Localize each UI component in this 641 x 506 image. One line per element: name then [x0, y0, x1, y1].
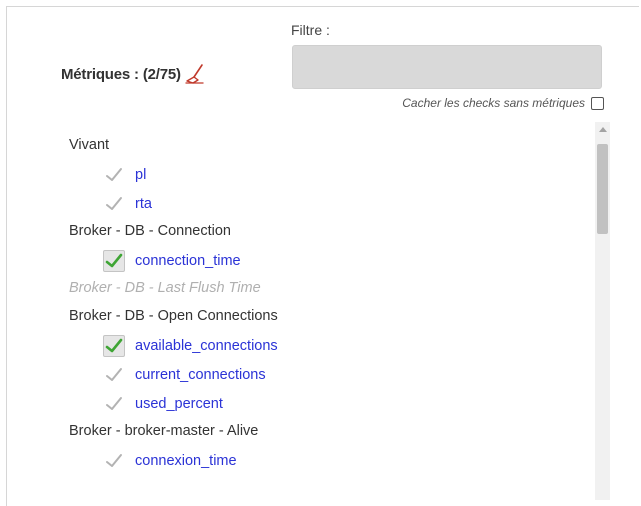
- metric-item[interactable]: available_connections: [69, 331, 589, 360]
- metric-item[interactable]: pl: [69, 160, 589, 189]
- checkmark-icon[interactable]: [103, 393, 125, 415]
- metric-name-link[interactable]: current_connections: [135, 367, 266, 383]
- metric-name-link[interactable]: connection_time: [135, 253, 241, 269]
- metrics-tree: Vivant pl rta Broker - DB - Connection conne…: [69, 136, 589, 479]
- metric-name-link[interactable]: available_connections: [135, 338, 278, 354]
- metrics-label: Métriques :: [61, 65, 139, 83]
- check-group: Broker - DB - Last Flush Time: [69, 279, 589, 303]
- metric-item[interactable]: connection_time: [69, 246, 589, 275]
- check-group-label: Broker - DB - Connection: [69, 223, 231, 239]
- checkmark-icon[interactable]: [103, 164, 125, 186]
- metrics-count: (2/75): [142, 65, 181, 83]
- broom-icon[interactable]: [184, 63, 206, 85]
- checkmark-icon[interactable]: [103, 364, 125, 386]
- metric-item[interactable]: connexion_time: [69, 446, 589, 475]
- check-group-label: Broker - DB - Last Flush Time: [69, 280, 261, 296]
- checkmark-icon[interactable]: [103, 334, 125, 357]
- metric-name-link[interactable]: rta: [135, 196, 152, 212]
- check-group: Broker - broker-master - Alive connexion_…: [69, 422, 589, 475]
- filter-input[interactable]: [292, 45, 602, 89]
- hide-empty-checks-option: Cacher les checks sans métriques: [402, 96, 604, 110]
- checkmark-icon[interactable]: [103, 249, 125, 272]
- scrollbar[interactable]: [595, 122, 610, 500]
- metrics-header: Métriques : (2/75): [61, 63, 206, 85]
- check-group-label: Vivant: [69, 137, 110, 153]
- scrollbar-thumb[interactable]: [597, 144, 608, 234]
- metric-name-link[interactable]: used_percent: [135, 396, 223, 412]
- check-group-label: Broker - broker-master - Alive: [69, 423, 259, 439]
- checkmark-icon[interactable]: [103, 193, 125, 215]
- metric-item[interactable]: current_connections: [69, 360, 589, 389]
- check-group: Broker - DB - Connection connection_time: [69, 222, 589, 275]
- metric-name-link[interactable]: pl: [135, 167, 146, 183]
- hide-empty-checks-checkbox[interactable]: [591, 96, 604, 110]
- check-group: Broker - DB - Open Connections available_…: [69, 307, 589, 418]
- filter-label: Filtre :: [291, 22, 330, 38]
- metric-item[interactable]: rta: [69, 189, 589, 218]
- metric-name-link[interactable]: connexion_time: [135, 453, 237, 469]
- checkmark-icon[interactable]: [103, 450, 125, 472]
- hide-empty-checks-label: Cacher les checks sans métriques: [402, 96, 585, 110]
- scroll-up-arrow-icon[interactable]: [599, 127, 607, 132]
- metric-item[interactable]: used_percent: [69, 389, 589, 418]
- check-group-label: Broker - DB - Open Connections: [69, 308, 278, 324]
- check-group: Vivant pl rta: [69, 136, 589, 218]
